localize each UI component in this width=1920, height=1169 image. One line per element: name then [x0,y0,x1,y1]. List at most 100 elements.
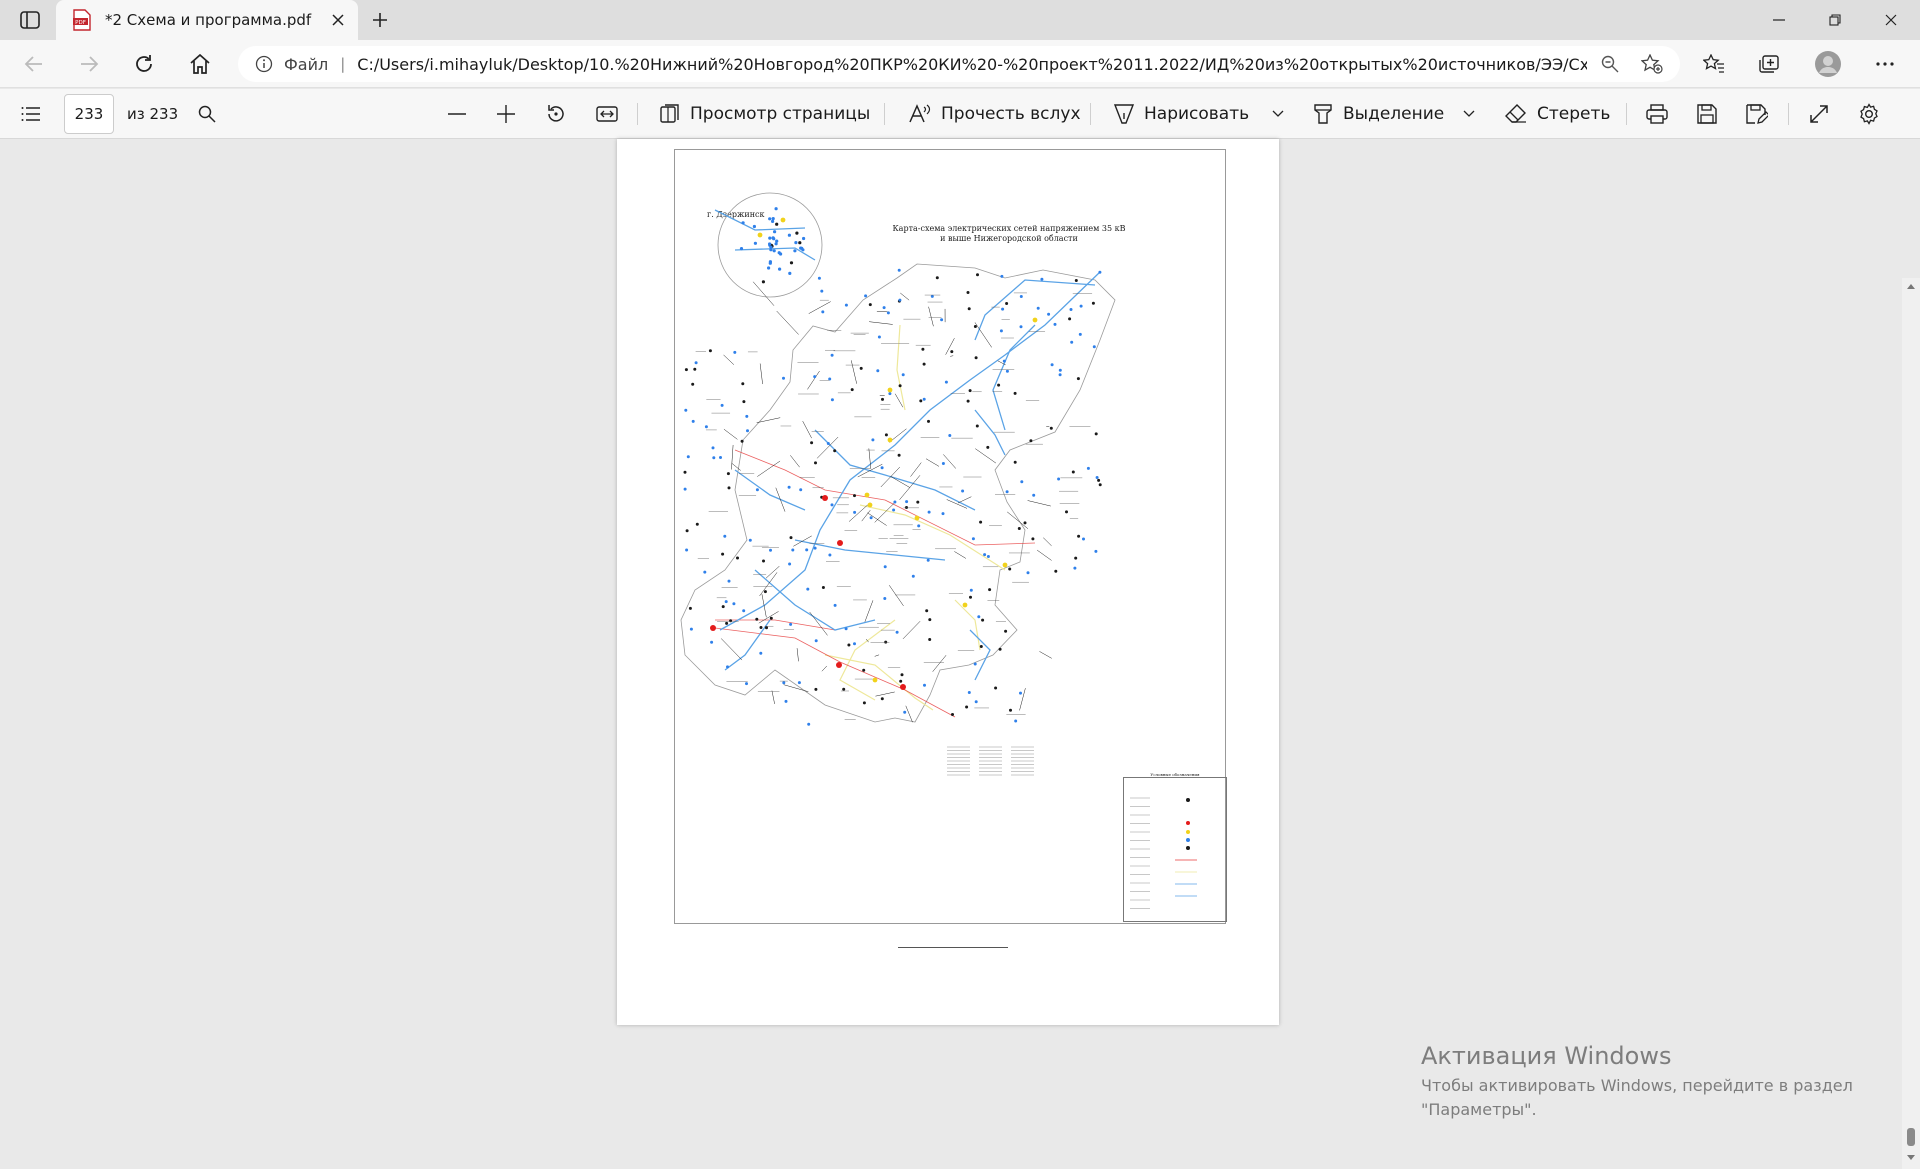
rotate-icon[interactable] [542,100,570,128]
substation-35kv [1031,537,1034,540]
add-favorite-icon[interactable] [1640,53,1664,75]
save-as-icon[interactable] [1743,100,1771,128]
fit-width-icon[interactable] [592,100,622,128]
substation-110kv [742,609,745,612]
zoom-in-icon[interactable] [492,100,520,128]
line-35kv [809,302,831,314]
back-icon[interactable] [20,50,48,78]
vertical-scrollbar[interactable] [1902,278,1920,1169]
inset-substation [794,241,797,244]
forward-icon[interactable] [75,50,103,78]
line-35kv [849,503,870,522]
scroll-up-icon[interactable] [1906,282,1916,290]
highlight-label: Выделение [1343,104,1444,124]
substation-35kv [1008,568,1011,571]
substation-110kv [818,277,821,280]
line-35kv [867,513,886,526]
line-35kv [777,311,799,334]
scrollbar-thumb[interactable] [1907,1128,1915,1146]
substation-35kv [762,560,765,563]
substation-500kv [822,495,828,501]
zoom-out-icon[interactable] [443,100,471,128]
favorites-icon[interactable] [1700,50,1728,78]
substation-110kv [756,488,759,491]
scroll-down-icon[interactable] [1906,1153,1916,1161]
substation-35kv [976,273,979,276]
inset-substation [769,260,772,263]
close-tab-icon[interactable] [328,10,348,30]
substation-110kv [1059,373,1062,376]
page-number-input[interactable]: 233 [64,94,114,134]
read-aloud-label: Прочесть вслух [941,104,1081,124]
url-field[interactable]: Файл | C:/Users/i.mihayluk/Desktop/10.%2… [238,46,1680,82]
substation-110kv [903,711,906,714]
substation-35kv [1072,471,1075,474]
substation-110kv [1057,478,1060,481]
more-icon[interactable] [1871,50,1899,78]
line-35kv [1028,501,1051,507]
minimize-icon[interactable] [1756,6,1802,34]
page-count: из 233 [127,105,178,123]
substation-110kv [1020,295,1023,298]
substation-35kv [709,349,712,352]
erase-button[interactable]: Стереть [1505,100,1610,128]
substation-110kv [1003,360,1006,363]
substation-110kv [912,575,915,578]
substation-35kv [936,276,939,279]
search-icon[interactable] [194,100,220,128]
tab-actions-icon[interactable] [18,9,42,31]
substation-110kv [931,295,934,298]
highlight-button[interactable]: Выделение [1313,100,1444,128]
substation-35kv [686,529,689,532]
substation-110kv [1019,692,1022,695]
fullscreen-icon[interactable] [1805,100,1833,128]
settings-gear-icon[interactable] [1855,100,1883,128]
save-icon[interactable] [1693,100,1721,128]
home-icon[interactable] [186,50,214,78]
substation-35kv [869,303,872,306]
new-tab-icon[interactable] [368,9,392,31]
substation-110kv [710,641,713,644]
substation-500kv [837,540,843,546]
substation-35kv [1009,709,1012,712]
substation-110kv [1070,341,1073,344]
substation-110kv [798,681,801,684]
substation-110kv [807,723,810,726]
contents-icon[interactable] [18,100,44,128]
substation-35kv [814,461,817,464]
substation-35kv [853,494,856,497]
line-110kv [975,280,1095,340]
substation-110kv [723,535,726,538]
profile-avatar[interactable] [1814,50,1842,78]
line-35kv [793,536,811,546]
substation-35kv [693,368,696,371]
active-tab[interactable]: PDF *2 Схема и программа.pdf [56,0,358,40]
inset-substation [802,237,805,240]
restore-icon[interactable] [1812,6,1858,34]
collections-icon[interactable] [1755,50,1783,78]
substation-35kv [999,648,1002,651]
draw-button[interactable]: Нарисовать [1114,100,1249,128]
draw-options-chevron-icon[interactable] [1268,100,1288,128]
zoom-icon[interactable] [1600,54,1620,74]
substation-110kv [782,681,785,684]
substation-35kv [728,486,731,489]
substation-110kv [746,429,749,432]
inset-substation [790,261,793,264]
substation-110kv [927,559,930,562]
substation-110kv [942,512,945,515]
read-aloud-button[interactable]: Прочесть вслух [909,100,1081,128]
substation-110kv [1096,476,1099,479]
substation-35kv [851,388,854,391]
line-35kv [943,454,956,468]
info-icon[interactable] [254,54,274,74]
toolbar-divider [1090,103,1091,125]
pdf-viewer[interactable]: г. Дзержинск Карта-схема электрических с… [0,139,1920,1030]
substation-35kv [975,356,978,359]
refresh-icon[interactable] [130,50,158,78]
substation-110kv [888,392,891,395]
close-window-icon[interactable] [1868,6,1914,34]
page-view-button[interactable]: Просмотр страницы [660,100,870,128]
print-icon[interactable] [1643,100,1671,128]
highlight-options-chevron-icon[interactable] [1459,100,1479,128]
